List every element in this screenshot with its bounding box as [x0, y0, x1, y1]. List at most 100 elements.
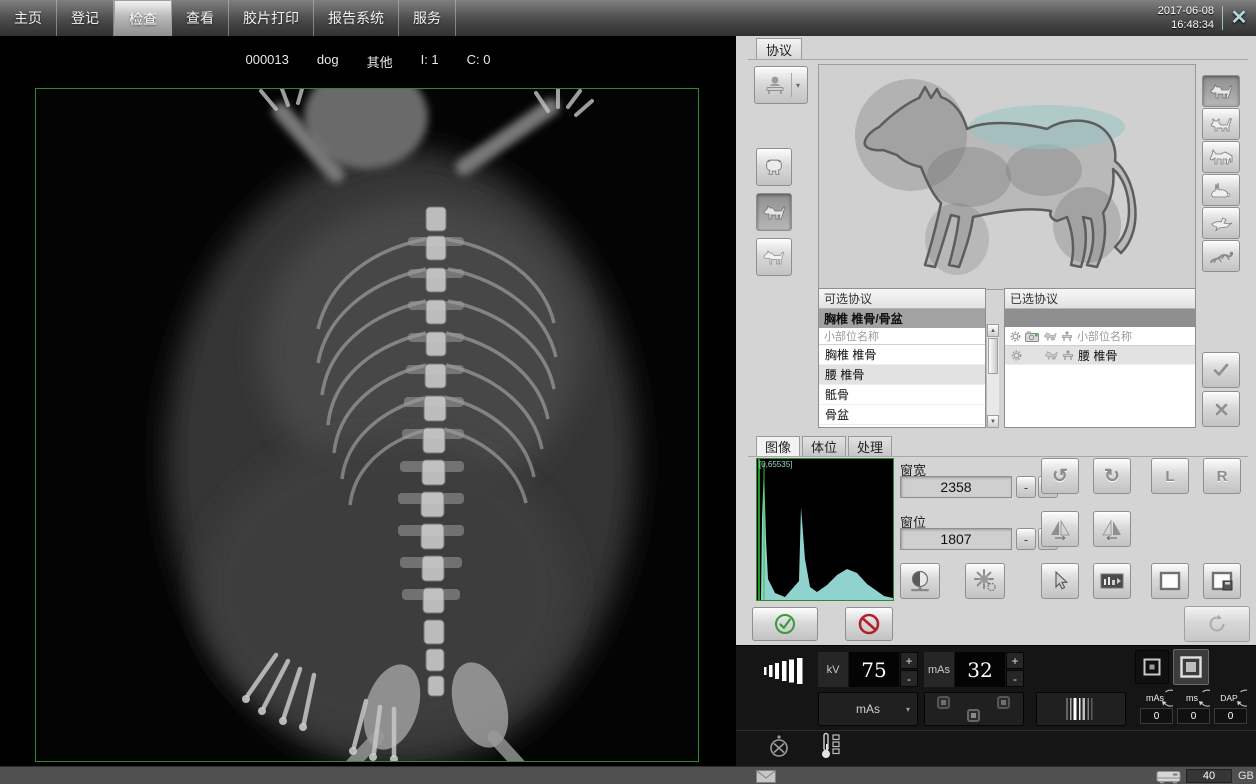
tab-processing[interactable]: 处理	[848, 436, 892, 456]
cursor-icon	[1049, 570, 1071, 592]
available-column-header[interactable]: 小部位名称	[819, 328, 985, 345]
marker-right-button[interactable]: R	[1203, 458, 1241, 494]
aec-field-right-button[interactable]	[997, 696, 1010, 709]
cat-icon	[1209, 115, 1233, 133]
available-list-scrollbar[interactable]: ▲ ▼	[986, 324, 999, 428]
disk-storage-icon	[1156, 769, 1181, 784]
invert-contrast-button[interactable]	[900, 563, 940, 599]
generator-control-panel: kV 75 + - mAs 32 + - mAs ▾	[736, 645, 1256, 766]
xray-image-viewport[interactable]	[35, 88, 699, 762]
image-process-button[interactable]	[1093, 563, 1131, 599]
crop-view-button[interactable]	[1151, 563, 1189, 599]
menu-item-service[interactable]: 服务	[399, 0, 456, 36]
protocol-item-lumbar[interactable]: 腰 椎骨	[819, 365, 985, 385]
species-dog-button[interactable]	[1202, 75, 1240, 107]
storage-unit-label: GB	[1238, 770, 1254, 782]
scroll-up-button[interactable]: ▲	[987, 324, 999, 337]
protocol-item-pelvis[interactable]: 骨盆	[819, 405, 985, 425]
menu-item-view[interactable]: 查看	[172, 0, 229, 36]
menu-item-register[interactable]: 登记	[57, 0, 114, 36]
flip-vertical-icon	[1047, 518, 1073, 540]
dog-mini-icon	[1043, 331, 1057, 341]
remove-protocol-button[interactable]	[1202, 391, 1240, 427]
large-dog-icon	[763, 157, 785, 177]
window-width-minus-button[interactable]: -	[1016, 476, 1036, 498]
species-rabbit-button[interactable]	[1202, 174, 1240, 206]
window-level-minus-button[interactable]: -	[1016, 528, 1036, 550]
accept-image-button[interactable]	[752, 607, 818, 641]
tab-image[interactable]: 图像	[756, 436, 800, 456]
marker-right-label: R	[1217, 468, 1228, 485]
barcode-section[interactable]	[1036, 692, 1126, 726]
save-image-button[interactable]	[1203, 563, 1241, 599]
aec-field-left-button[interactable]	[937, 696, 950, 709]
reject-icon	[857, 612, 881, 636]
main-menu-bar: 主页 登记 检查 查看 胶片打印 报告系统 服务	[0, 0, 1256, 36]
species-reptile-button[interactable]	[1202, 240, 1240, 272]
selected-protocol-label: 腰 椎骨	[1078, 347, 1117, 364]
x-icon	[1214, 402, 1229, 417]
close-app-button[interactable]: ✕	[1226, 4, 1252, 30]
selected-protocol-row[interactable]: 腰 椎骨	[1005, 346, 1195, 365]
species-bird-button[interactable]	[1202, 207, 1240, 239]
message-envelope-icon[interactable]	[756, 770, 776, 783]
tab-position[interactable]: 体位	[802, 436, 846, 456]
aec-field-center-button[interactable]	[967, 709, 980, 722]
reject-image-button[interactable]	[845, 607, 893, 641]
auto-enhance-button[interactable]	[965, 563, 1005, 599]
medium-dog-icon	[762, 203, 786, 221]
scroll-down-button[interactable]: ▼	[987, 415, 999, 428]
contrast-icon	[907, 569, 933, 593]
patient-info-bar: 000013 dog 其他 I: 1 C: 0	[0, 52, 736, 71]
kv-minus-button[interactable]: -	[900, 670, 918, 687]
protocol-item-thoracic[interactable]: 胸椎 椎骨	[819, 345, 985, 365]
window-level-value: 1807	[900, 528, 1012, 550]
patient-table-dropdown-button[interactable]: ▾	[754, 66, 808, 104]
technique-mode-dropdown[interactable]: mAs ▾	[818, 692, 918, 726]
flip-horizontal-button[interactable]	[1093, 511, 1131, 547]
species-cat-button[interactable]	[1202, 108, 1240, 140]
dog-size-small-button[interactable]	[756, 238, 792, 276]
dropdown-arrow-icon: ▾	[906, 705, 910, 714]
body-part-selector-illustration[interactable]	[818, 64, 1196, 290]
menu-item-report-system[interactable]: 报告系统	[314, 0, 399, 36]
dog-size-large-button[interactable]	[756, 148, 792, 186]
mas-plus-button[interactable]: +	[1006, 652, 1024, 669]
species-horse-button[interactable]	[1202, 141, 1240, 173]
large-focus-icon	[1180, 656, 1202, 678]
barcode-icon	[1062, 697, 1100, 721]
large-focus-button[interactable]	[1173, 649, 1209, 685]
scroll-thumb[interactable]	[988, 338, 998, 374]
select-tool-button[interactable]	[1041, 563, 1079, 599]
selected-column-header[interactable]: 小部位名称	[1077, 328, 1132, 344]
mas-minus-button[interactable]: -	[1006, 670, 1024, 687]
patient-name: dog	[317, 52, 339, 71]
svg-text:DAP: DAP	[1220, 693, 1238, 703]
protocol-group-row[interactable]: 胸椎 椎骨/骨盆	[819, 309, 985, 328]
flip-horizontal-icon	[1099, 518, 1125, 540]
protocol-item-caudal[interactable]: 尾椎 椎骨	[819, 425, 985, 428]
collimator-status-icon[interactable]	[768, 734, 790, 758]
reset-button[interactable]	[1184, 606, 1250, 642]
confirm-protocol-button[interactable]	[1202, 352, 1240, 388]
menu-item-home[interactable]: 主页	[0, 0, 57, 36]
flip-vertical-button[interactable]	[1041, 511, 1079, 547]
menu-item-film-print[interactable]: 胶片打印	[229, 0, 314, 36]
white-frame-icon	[1158, 571, 1182, 591]
rotate-cw-button[interactable]: ↻	[1093, 458, 1131, 494]
image-process-icon	[1100, 571, 1124, 591]
rabbit-icon	[1209, 181, 1233, 199]
image-index: I: 1	[421, 52, 439, 71]
bird-icon	[1209, 214, 1233, 232]
readout-ms: ms 0	[1177, 688, 1210, 724]
dog-size-medium-button[interactable]	[756, 193, 792, 231]
menu-item-exam[interactable]: 检查	[114, 0, 172, 36]
rotate-ccw-button[interactable]: ↺	[1041, 458, 1079, 494]
small-focus-button[interactable]	[1135, 650, 1169, 684]
dog-mini-icon	[1044, 350, 1058, 360]
protocol-item-sacrum[interactable]: 骶骨	[819, 385, 985, 405]
marker-left-button[interactable]: L	[1151, 458, 1189, 494]
kv-plus-button[interactable]: +	[900, 652, 918, 669]
tab-protocol[interactable]: 协议	[756, 38, 802, 60]
dog-body-map	[819, 65, 1195, 289]
